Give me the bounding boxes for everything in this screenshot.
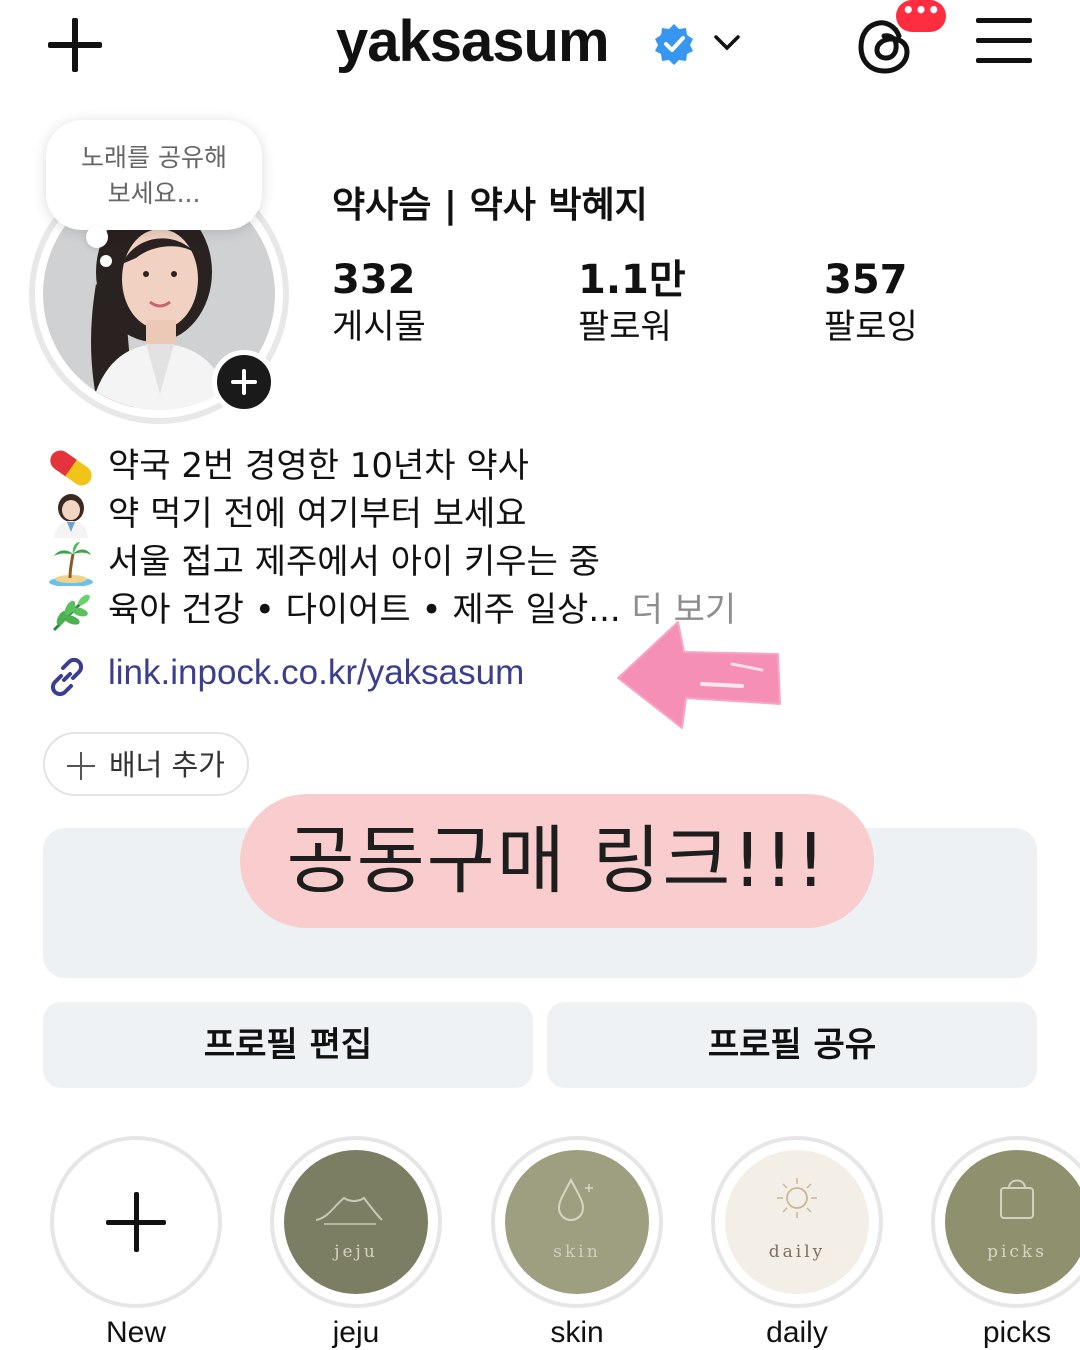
create-post-icon[interactable] <box>40 10 110 80</box>
bio-text: 육아 건강 • 다이어트 • 제주 일상... <box>108 590 621 630</box>
note-text: 노래를 공유해 보세요... <box>81 143 227 208</box>
highlight-label: skin <box>550 1316 604 1349</box>
plus-icon <box>106 1192 166 1252</box>
mountain-icon <box>315 1196 383 1225</box>
stat-label: 게시물 <box>332 307 426 347</box>
highlight-label: New <box>105 1316 166 1349</box>
stat-value: 357 <box>824 257 908 303</box>
note-bubble[interactable]: 노래를 공유해 보세요... <box>46 120 262 230</box>
stat-following[interactable]: 357 팔로잉 <box>824 256 918 350</box>
plus-icon <box>67 752 95 780</box>
note-bubble-tail <box>86 226 108 248</box>
highlight-cover-text: daily <box>768 1242 826 1262</box>
stat-value: 1.1만 <box>578 257 686 303</box>
bio-text: 서울 접고 제주에서 아이 키우는 중 <box>108 542 600 582</box>
bio-line: 약 먹기 전에 여기부터 보세요 <box>46 490 527 538</box>
highlight-cover: picks <box>945 1150 1080 1294</box>
bio-link-text[interactable]: link.inpock.co.kr/yaksasum <box>108 648 524 698</box>
threads-notification-badge: ••• <box>896 0 946 32</box>
caption-overlay-text: 공동구매 링크!!! <box>286 818 828 904</box>
stat-label: 팔로잉 <box>824 307 918 347</box>
bio-line: 약국 2번 경영한 10년차 약사 <box>46 442 529 490</box>
verified-badge-icon <box>655 24 693 65</box>
add-banner-label: 배너 추가 <box>109 748 225 782</box>
droplet-icon <box>557 1177 593 1221</box>
stat-posts[interactable]: 332 게시물 <box>332 256 426 350</box>
shopping-bag-icon <box>1000 1179 1034 1219</box>
chevron-down-icon[interactable] <box>712 28 742 58</box>
top-bar: yaksasum ••• <box>0 0 1080 96</box>
share-profile-button[interactable]: 프로필 공유 <box>547 1002 1037 1088</box>
highlight-cover: skin <box>505 1150 649 1294</box>
stat-label: 팔로워 <box>578 307 672 347</box>
profile-username[interactable]: yaksasum <box>336 8 610 75</box>
island-emoji-icon <box>49 541 93 586</box>
highlight-cover-text: jeju <box>334 1242 378 1262</box>
link-icon <box>50 657 84 697</box>
pill-emoji-icon <box>50 450 92 485</box>
sun-icon <box>777 1178 817 1218</box>
highlight-cover: daily <box>725 1150 869 1294</box>
stat-followers[interactable]: 1.1만 팔로워 <box>578 256 686 350</box>
bio-text: 약 먹기 전에 여기부터 보세요 <box>108 494 527 534</box>
highlight-cover-text: picks <box>987 1242 1047 1262</box>
hamburger-menu-icon[interactable] <box>976 16 1032 66</box>
highlight-cover: jeju <box>284 1150 428 1294</box>
add-banner-button[interactable]: 배너 추가 <box>43 732 249 796</box>
bio-line: 서울 접고 제주에서 아이 키우는 중 <box>46 538 600 586</box>
highlight-label: picks <box>982 1316 1052 1349</box>
pink-arrow-annotation <box>617 621 781 729</box>
pharmacist-emoji-icon <box>54 493 88 538</box>
add-story-button[interactable] <box>212 350 276 414</box>
edit-profile-button[interactable]: 프로필 편집 <box>43 1002 533 1088</box>
stat-value: 332 <box>332 257 416 303</box>
herb-emoji-icon <box>52 594 90 631</box>
note-bubble-tail-small <box>100 255 112 267</box>
highlight-label: daily <box>766 1316 828 1349</box>
bio-text: 약국 2번 경영한 10년차 약사 <box>108 446 529 486</box>
highlight-cover-text: skin <box>553 1242 601 1262</box>
highlight-label: jeju <box>332 1316 380 1349</box>
display-name: 약사슴 | 약사 박혜지 <box>332 185 648 226</box>
caption-overlay: 공동구매 링크!!! <box>240 794 874 928</box>
